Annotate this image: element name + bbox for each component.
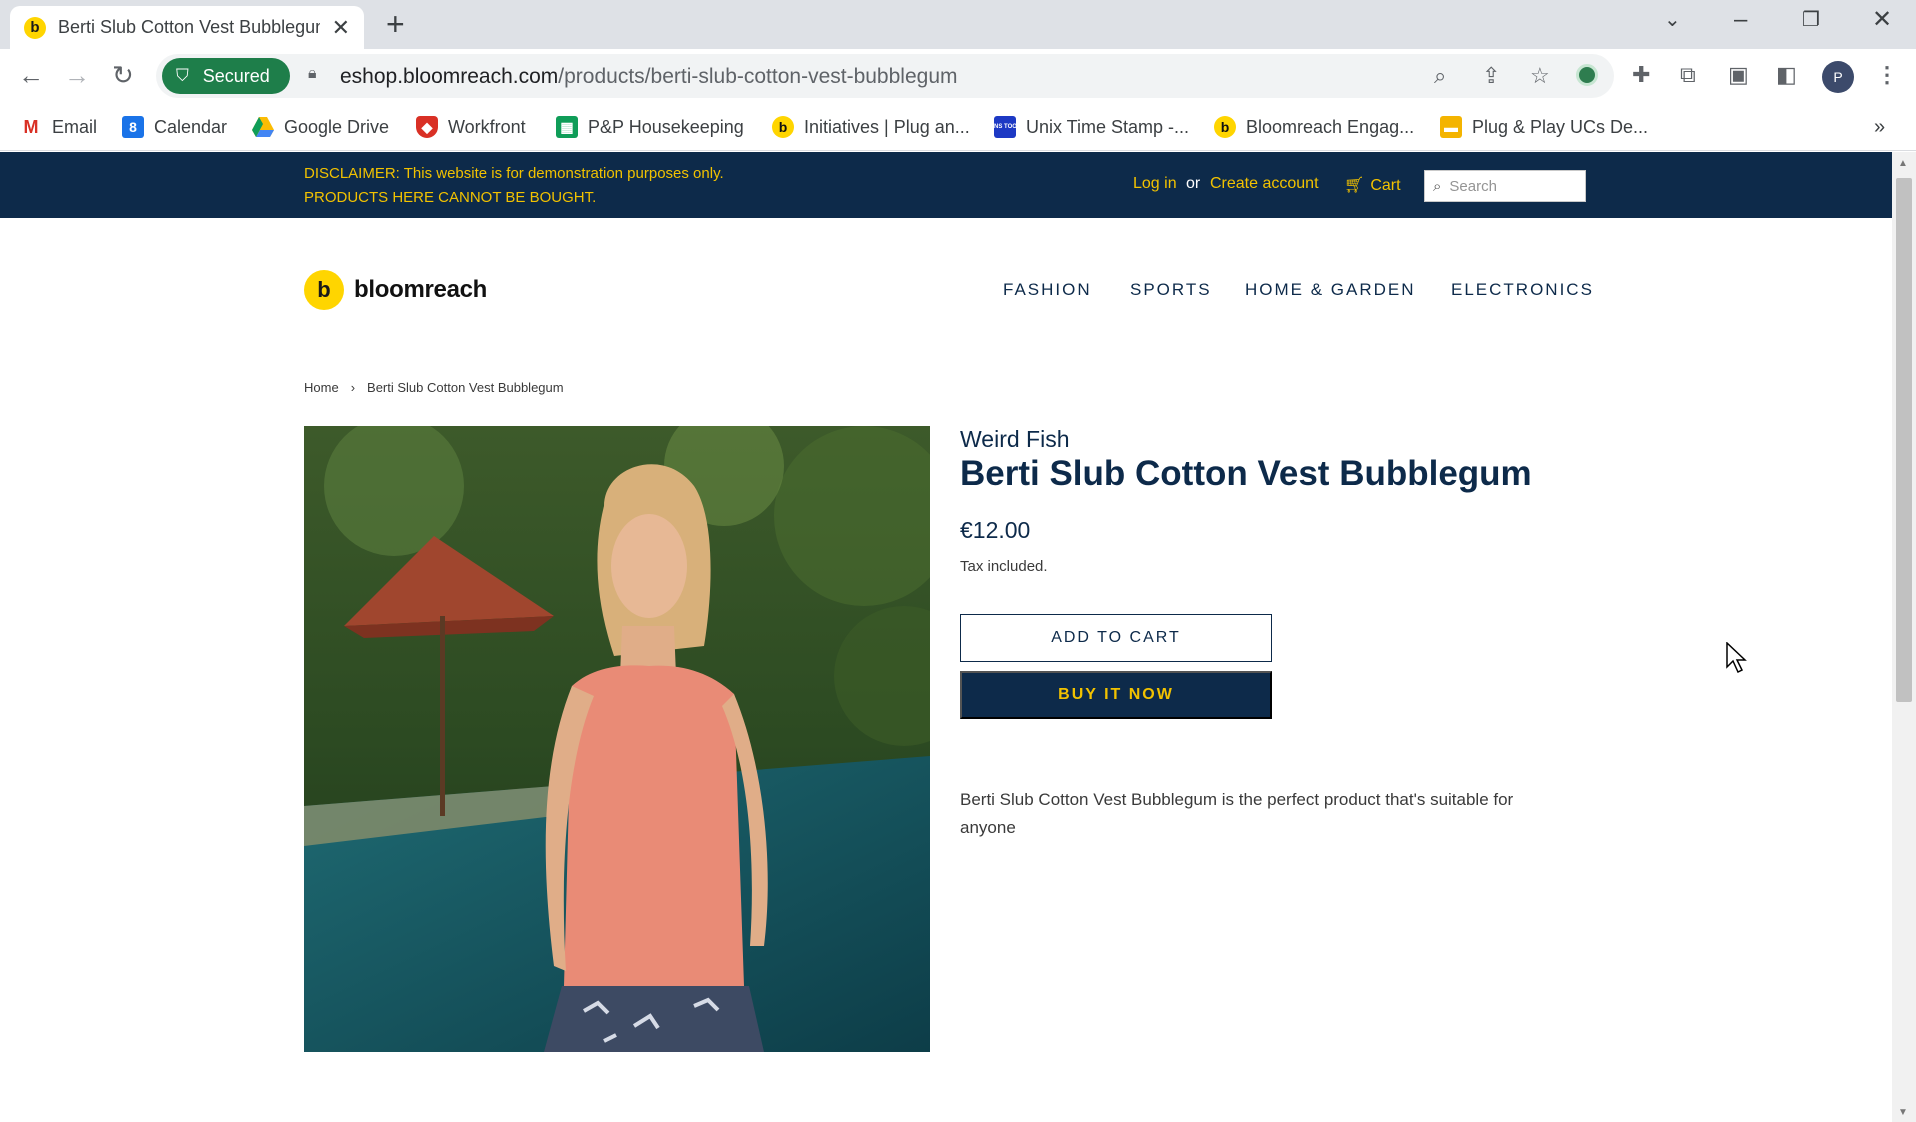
- bookmark-label: Plug & Play UCs De...: [1472, 116, 1649, 137]
- browser-toolbar: ← → ↻ ⛉ Secured 🔒︎ eshop.bloomreach.com/…: [0, 49, 1916, 105]
- nav-fashion[interactable]: FASHION: [1003, 280, 1092, 300]
- secured-label: Secured: [202, 65, 270, 86]
- profile-avatar[interactable]: P: [1822, 61, 1854, 93]
- product-vendor: Weird Fish: [960, 426, 1070, 452]
- new-tab-button[interactable]: +: [386, 8, 405, 40]
- breadcrumb-home-link[interactable]: Home: [304, 380, 339, 395]
- nav-home-garden[interactable]: HOME & GARDEN: [1245, 280, 1416, 300]
- bookmark-label: Email: [52, 116, 98, 137]
- search-icon: ⌕: [1433, 177, 1442, 195]
- lock-icon[interactable]: 🔒︎: [308, 65, 317, 83]
- extensions-puzzle-icon[interactable]: ✚: [1632, 63, 1650, 87]
- page-viewport: DISCLAIMER: This website is for demonstr…: [0, 152, 1892, 1122]
- product-photo-illustration: [304, 426, 930, 1052]
- mouse-cursor-icon: [1726, 642, 1747, 674]
- tab-search-chevron-icon[interactable]: ⌄: [1664, 6, 1681, 34]
- bookmark-label: Workfront: [448, 116, 526, 137]
- bookmark-initiatives[interactable]: b Initiatives | Plug an...: [772, 114, 970, 140]
- bloomreach-favicon-icon: b: [24, 16, 46, 39]
- product-price: €12.00: [960, 517, 1031, 543]
- close-window-icon[interactable]: ✕: [1872, 6, 1892, 34]
- breadcrumb: Home › Berti Slub Cotton Vest Bubblegum: [304, 380, 564, 395]
- bookmarks-overflow-chevron-icon[interactable]: »: [1874, 114, 1885, 140]
- browser-tab-strip: b Berti Slub Cotton Vest Bubblegum ✕ + ⌄…: [0, 0, 1916, 49]
- page-scrollbar[interactable]: ▲ ▼: [1892, 152, 1916, 1122]
- bookmark-label: Calendar: [154, 116, 228, 137]
- create-account-link[interactable]: Create account: [1210, 175, 1319, 193]
- bookmark-label: Unix Time Stamp -...: [1026, 116, 1190, 137]
- shield-check-icon: ⛉: [176, 66, 189, 85]
- bookmarks-bar: M Email 8 Calendar Google Drive ◆ Workfr…: [0, 105, 1916, 151]
- reload-icon[interactable]: ↻: [112, 61, 134, 89]
- or-label: or: [1186, 175, 1201, 192]
- announcement-bar: DISCLAIMER: This website is for demonstr…: [0, 152, 1892, 218]
- product-description: Berti Slub Cotton Vest Bubblegum is the …: [960, 790, 1514, 837]
- restore-window-icon[interactable]: ❐: [1802, 6, 1820, 34]
- tab-title: Berti Slub Cotton Vest Bubblegum: [58, 17, 320, 37]
- sheets-icon: ▦: [556, 116, 578, 138]
- browser-tab-active[interactable]: b Berti Slub Cotton Vest Bubblegum ✕: [10, 6, 364, 49]
- minimize-window-icon[interactable]: –: [1734, 6, 1747, 34]
- add-to-cart-button[interactable]: ADD TO CART: [960, 614, 1272, 662]
- product-image[interactable]: [304, 426, 930, 1052]
- bookmark-workfront[interactable]: ◆ Workfront: [416, 114, 526, 140]
- gmail-icon: M: [23, 116, 39, 137]
- cart-icon: 🛒︎: [1344, 177, 1365, 194]
- site-search-input[interactable]: ⌕ Search: [1424, 170, 1586, 202]
- calendar-icon: 8: [122, 116, 144, 138]
- share-icon[interactable]: ⇪: [1482, 63, 1500, 89]
- bookmark-pp-housekeeping[interactable]: ▦ P&P Housekeeping: [556, 114, 744, 140]
- bookmark-star-icon[interactable]: ☆: [1530, 63, 1550, 89]
- bloomreach-icon: b: [772, 116, 794, 138]
- url-path: /products/berti-slub-cotton-vest-bubbleg…: [558, 65, 958, 88]
- close-tab-icon[interactable]: ✕: [332, 15, 350, 41]
- logo-wordmark: bloomreach: [354, 276, 488, 303]
- bookmark-plug-play-ucs[interactable]: ▬ Plug & Play UCs De...: [1440, 114, 1648, 140]
- url-text[interactable]: eshop.bloomreach.com/products/berti-slub…: [340, 65, 958, 89]
- bookmark-bloomreach-engagement[interactable]: b Bloomreach Engag...: [1214, 114, 1414, 140]
- scroll-down-arrow-icon[interactable]: ▼: [1898, 1107, 1908, 1118]
- breadcrumb-separator: ›: [350, 380, 356, 395]
- screenshot-icon[interactable]: ▣: [1728, 63, 1749, 87]
- cart-link[interactable]: 🛒︎ Cart: [1344, 175, 1401, 195]
- breadcrumb-current: Berti Slub Cotton Vest Bubblegum: [367, 380, 564, 395]
- secured-badge[interactable]: ⛉ Secured: [162, 58, 290, 94]
- drive-icon: [252, 116, 274, 138]
- extension-circle-icon[interactable]: [1576, 64, 1598, 86]
- login-link[interactable]: Log in: [1133, 175, 1177, 193]
- tab-groups-icon[interactable]: ⧉: [1680, 63, 1696, 87]
- scroll-up-arrow-icon[interactable]: ▲: [1898, 158, 1908, 169]
- cart-label: Cart: [1370, 177, 1401, 194]
- bookmark-calendar[interactable]: 8 Calendar: [122, 114, 227, 140]
- back-arrow-icon[interactable]: ←: [18, 61, 44, 89]
- slides-icon: ▬: [1440, 116, 1462, 138]
- menu-kebab-icon[interactable]: ⋮: [1876, 63, 1898, 87]
- devtools-icon: DANS TOOLS: [985, 116, 1025, 138]
- nav-electronics[interactable]: ELECTRONICS: [1451, 280, 1594, 300]
- bookmark-label: Google Drive: [284, 116, 390, 137]
- disclaimer-text: DISCLAIMER: This website is for demonstr…: [304, 165, 724, 206]
- nav-sports[interactable]: SPORTS: [1130, 280, 1212, 300]
- bookmark-label: Bloomreach Engag...: [1246, 116, 1415, 137]
- bloomreach-icon: b: [1214, 116, 1236, 138]
- bookmark-label: Initiatives | Plug an...: [804, 116, 970, 137]
- side-panel-icon[interactable]: ◧: [1776, 63, 1797, 87]
- scrollbar-thumb[interactable]: [1896, 178, 1912, 702]
- bloomreach-logo-icon: b: [304, 270, 344, 310]
- forward-arrow-icon[interactable]: →: [64, 61, 90, 89]
- bookmark-google-drive[interactable]: Google Drive: [252, 114, 389, 140]
- site-logo[interactable]: b bloomreach: [304, 270, 487, 310]
- tax-note: Tax included.: [960, 558, 1048, 575]
- bookmark-unix-time-stamp[interactable]: DANS TOOLS Unix Time Stamp -...: [985, 114, 1190, 140]
- zoom-icon[interactable]: ⌕: [1434, 63, 1446, 89]
- search-placeholder: Search: [1449, 177, 1497, 195]
- product-title: Berti Slub Cotton Vest Bubblegum: [960, 454, 1532, 493]
- bookmark-email[interactable]: M Email: [20, 114, 98, 140]
- buy-it-now-button[interactable]: BUY IT NOW: [960, 671, 1272, 719]
- workfront-icon: ◆: [416, 116, 438, 138]
- url-host: eshop.bloomreach.com: [340, 65, 559, 88]
- bookmark-label: P&P Housekeeping: [588, 116, 744, 137]
- address-bar[interactable]: ⛉ Secured 🔒︎ eshop.bloomreach.com/produc…: [156, 54, 1614, 98]
